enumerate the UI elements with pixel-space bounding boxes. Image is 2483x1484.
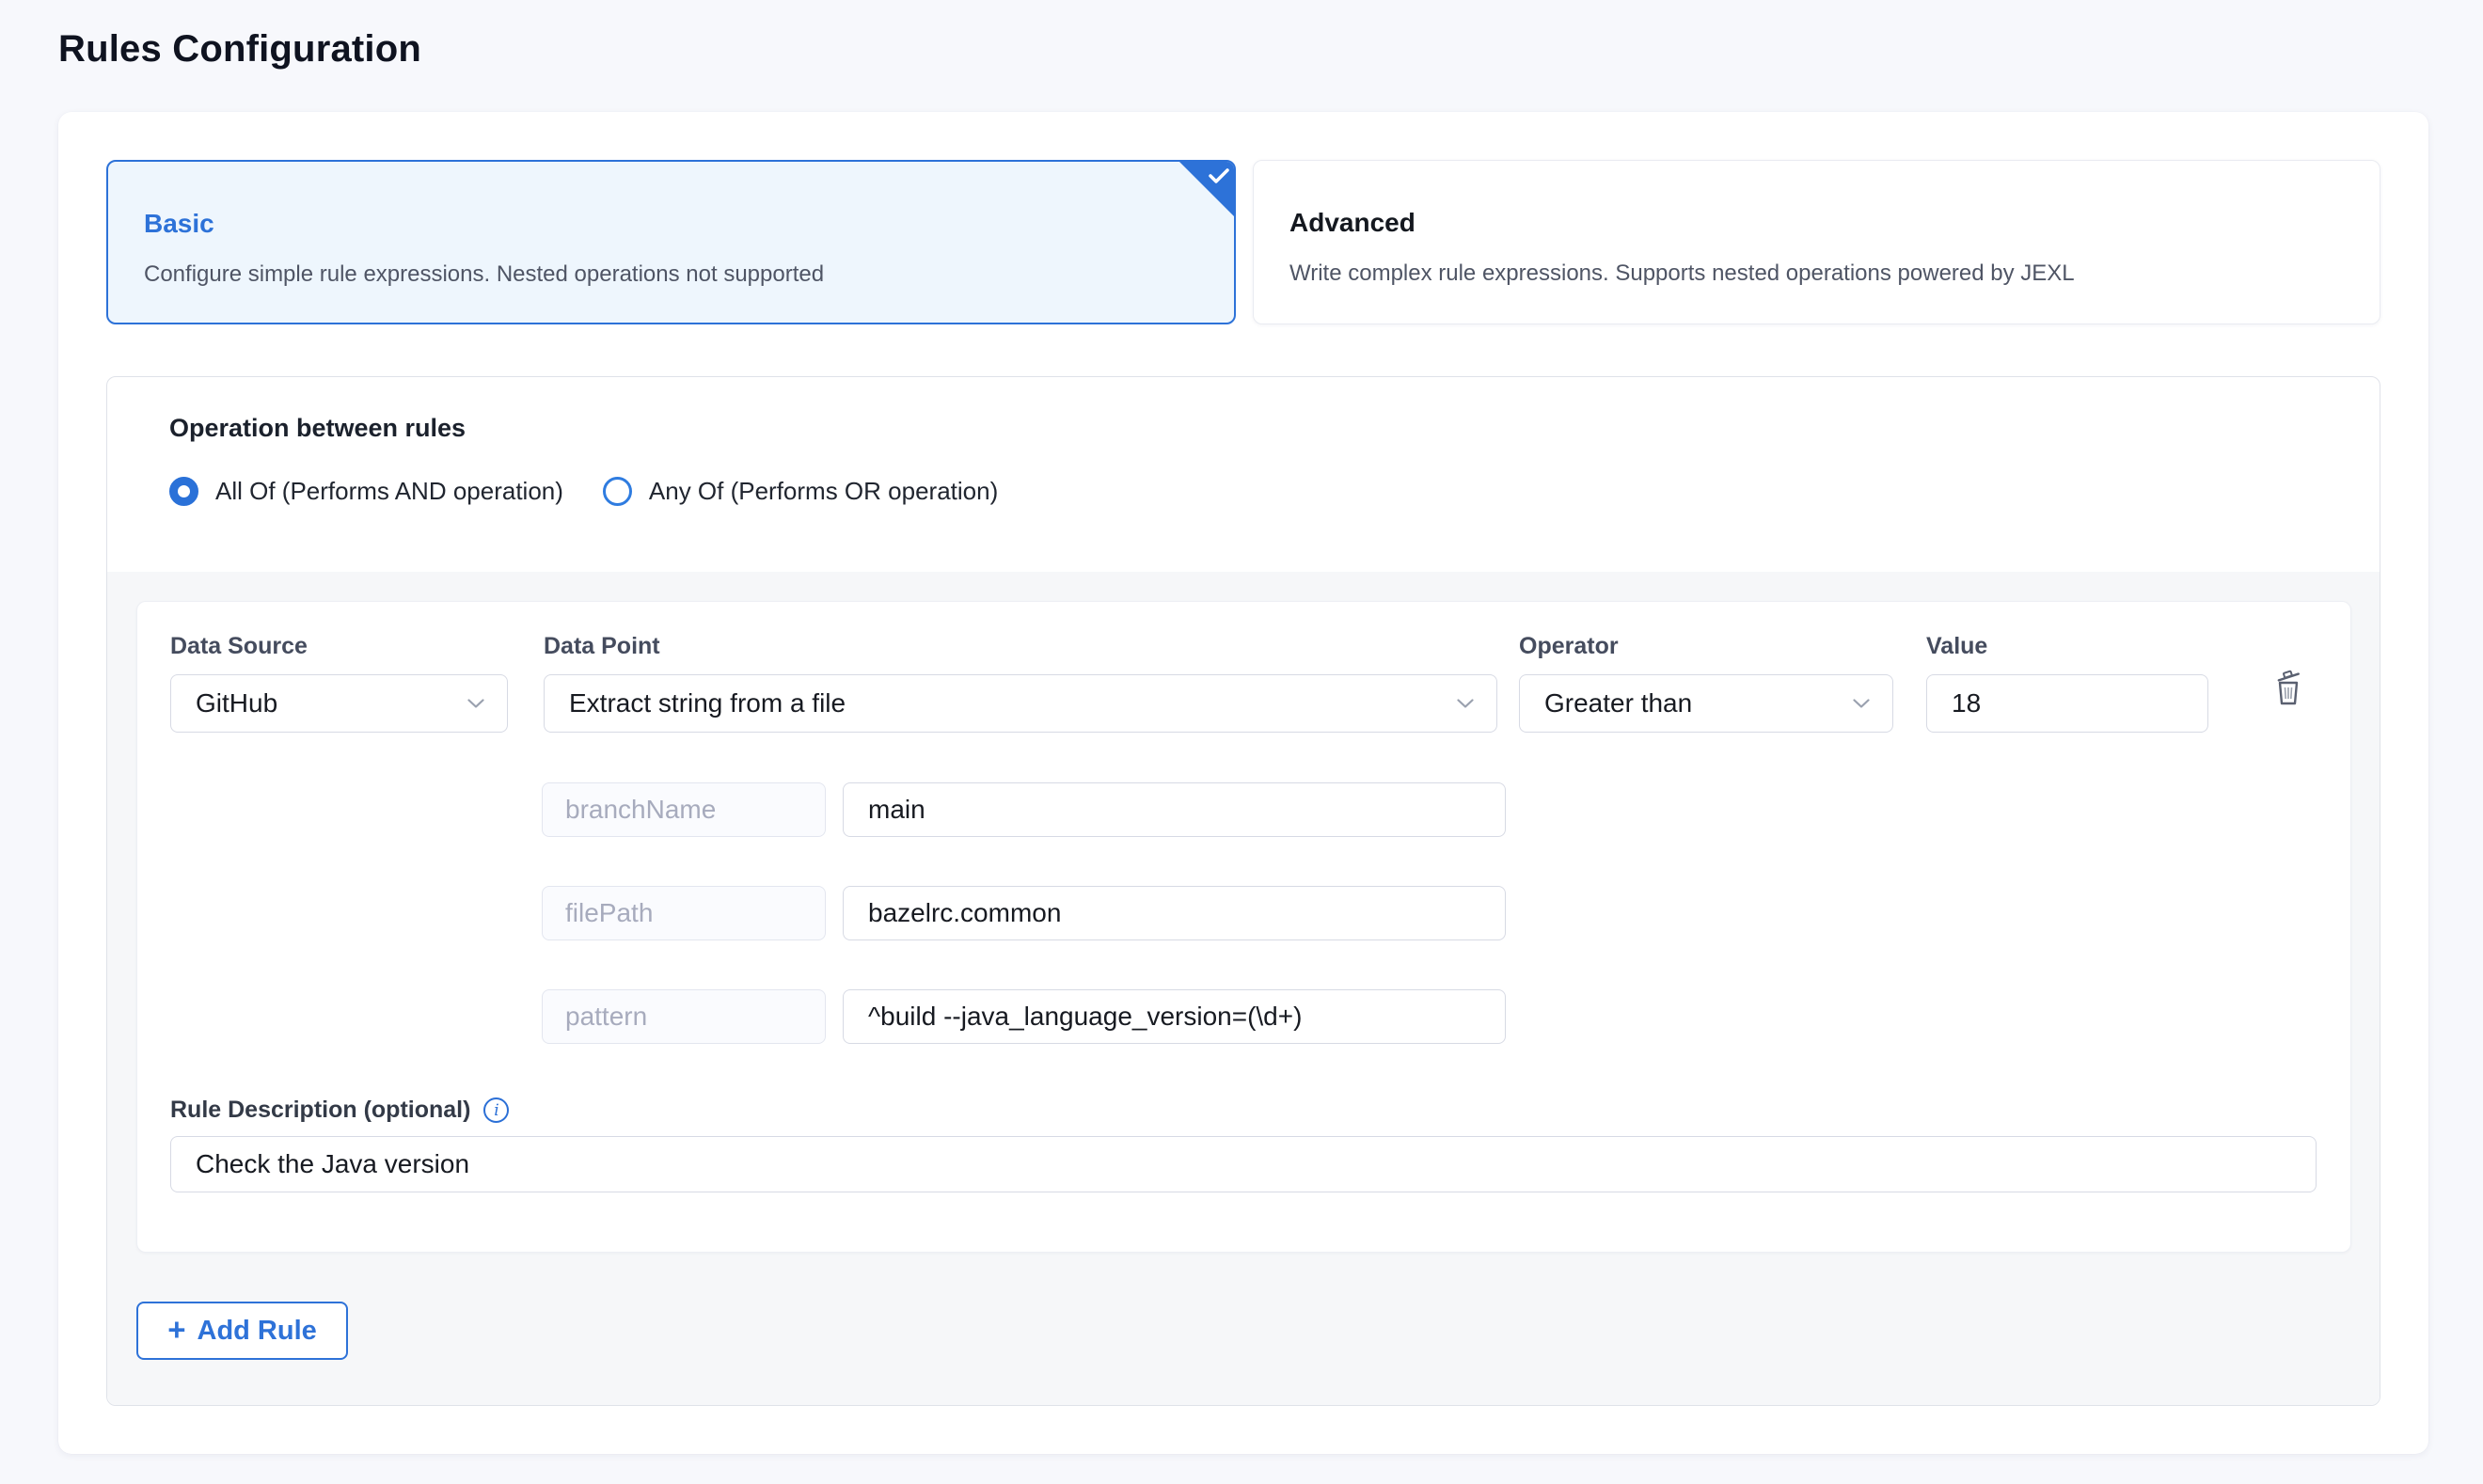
plus-icon: + (167, 1314, 185, 1345)
radio-all-of-label: All Of (Performs AND operation) (215, 477, 563, 506)
data-source-value: GitHub (196, 688, 277, 718)
parameter-key-branchname: branchName (542, 782, 826, 837)
tab-basic-description: Configure simple rule expressions. Neste… (144, 261, 1198, 288)
radio-any-of-label: Any Of (Performs OR operation) (649, 477, 998, 506)
check-icon (1209, 167, 1229, 184)
value-input[interactable] (1926, 674, 2208, 733)
add-rule-label: Add Rule (198, 1316, 317, 1347)
data-point-select[interactable]: Extract string from a file (544, 674, 1497, 733)
trash-icon (2272, 668, 2304, 707)
value-label: Value (1926, 633, 2208, 660)
parameter-filepath-input[interactable] (843, 886, 1506, 940)
operation-between-rules-section: Operation between rules All Of (Performs… (107, 377, 2380, 572)
data-point-value: Extract string from a file (569, 688, 846, 718)
rule-description-label: Rule Description (optional) (170, 1097, 470, 1124)
operator-select[interactable]: Greater than (1519, 674, 1893, 733)
rule-row-card: Data Source GitHub Data Point Extract st… (136, 601, 2351, 1253)
tab-advanced[interactable]: Advanced Write complex rule expressions.… (1253, 160, 2380, 324)
add-rule-button[interactable]: + Add Rule (136, 1302, 348, 1360)
rule-list-band: Data Source GitHub Data Point Extract st… (107, 572, 2380, 1405)
chevron-down-icon (467, 699, 484, 709)
tab-advanced-title: Advanced (1289, 208, 2344, 238)
operation-radio-group: All Of (Performs AND operation) Any Of (… (169, 477, 2317, 506)
rule-field-row: Data Source GitHub Data Point Extract st… (170, 633, 2317, 733)
chevron-down-icon (1457, 699, 1474, 709)
chevron-down-icon (1853, 699, 1870, 709)
rules-configuration-card: Basic Configure simple rule expressions.… (58, 112, 2428, 1454)
operator-value: Greater than (1544, 688, 1692, 718)
operation-between-rules-label: Operation between rules (169, 414, 2317, 443)
tab-basic[interactable]: Basic Configure simple rule expressions.… (106, 160, 1236, 324)
radio-any-of[interactable]: Any Of (Performs OR operation) (603, 477, 998, 506)
parameter-key-pattern: pattern (542, 989, 826, 1044)
tab-basic-title: Basic (144, 209, 1198, 239)
radio-unselected-icon[interactable] (603, 477, 632, 506)
radio-selected-icon[interactable] (169, 477, 198, 506)
data-point-label: Data Point (544, 633, 1497, 660)
data-source-label: Data Source (170, 633, 508, 660)
parameter-row: filePath (542, 886, 2317, 940)
parameter-pattern-input[interactable] (843, 989, 1506, 1044)
page-title: Rules Configuration (58, 28, 2483, 71)
data-source-select[interactable]: GitHub (170, 674, 508, 733)
rules-panel: Operation between rules All Of (Performs… (106, 376, 2380, 1406)
radio-all-of[interactable]: All Of (Performs AND operation) (169, 477, 563, 506)
parameter-branchname-input[interactable] (843, 782, 1506, 837)
tab-advanced-description: Write complex rule expressions. Supports… (1289, 260, 2344, 287)
delete-rule-button[interactable] (2267, 662, 2310, 716)
operator-label: Operator (1519, 633, 1893, 660)
selected-corner-badge (1179, 162, 1234, 216)
info-icon[interactable]: i (483, 1097, 509, 1123)
mode-tabs: Basic Configure simple rule expressions.… (106, 160, 2380, 324)
parameter-key-filepath: filePath (542, 886, 826, 940)
parameter-row: branchName (542, 782, 2317, 837)
parameter-row: pattern (542, 989, 2317, 1044)
rule-description-input[interactable] (170, 1136, 2317, 1192)
